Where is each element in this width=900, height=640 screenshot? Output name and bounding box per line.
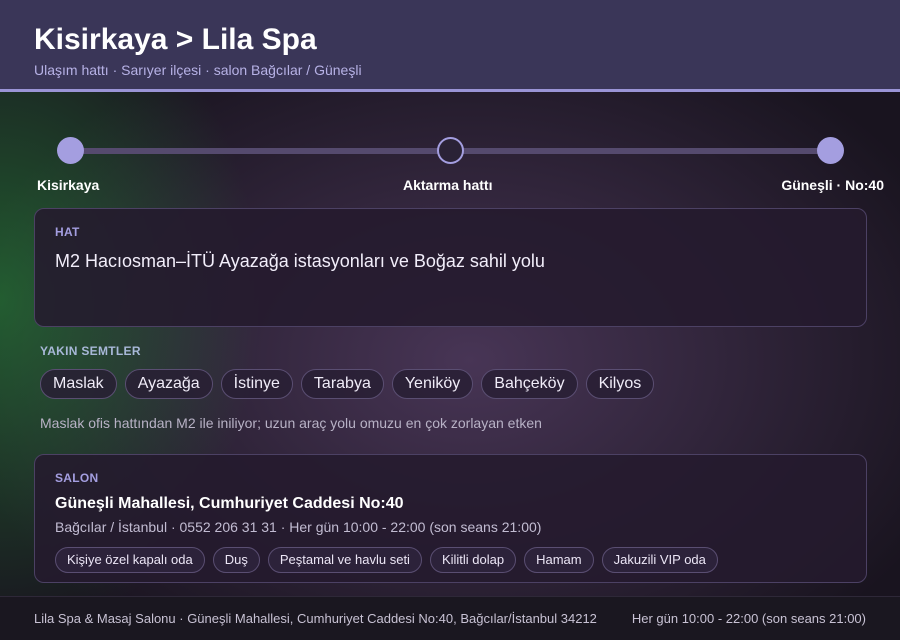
nearby-chip[interactable]: Ayazağa — [124, 369, 213, 399]
amenity-tag: Kilitli dolap — [429, 547, 517, 573]
page-subtitle: Ulaşım hattı · Sarıyer ilçesi · salon Ba… — [34, 62, 362, 78]
page-header: Kisirkaya > Lila Spa Ulaşım hattı · Sarı… — [0, 0, 900, 92]
route-stop-end-label: Güneşli · No:40 — [781, 177, 884, 193]
route-stop-start-label: Kisirkaya — [37, 177, 100, 193]
page-footer: Lila Spa & Masaj Salonu · Güneşli Mahall… — [0, 596, 900, 640]
nearby-chip[interactable]: Maslak — [40, 369, 117, 399]
amenity-tag: Jakuzili VIP oda — [601, 547, 718, 573]
nearby-chips: Maslak Ayazağa İstinye Tarabya Yeniköy B… — [40, 369, 655, 399]
route-stop-start-marker[interactable] — [57, 137, 84, 164]
nearby-chip[interactable]: Bahçeköy — [481, 369, 578, 399]
salon-card: SALON Güneşli Mahallesi, Cumhuriyet Cadd… — [34, 454, 867, 583]
salon-address: Güneşli Mahallesi, Cumhuriyet Caddesi No… — [55, 495, 404, 512]
route-stop-end-marker[interactable] — [817, 137, 844, 164]
nearby-chip[interactable]: İstinye — [220, 369, 293, 399]
line-card: HAT M2 Hacıosman–İTÜ Ayazağa istasyonlar… — [34, 208, 867, 327]
footer-hours: Her gün 10:00 - 22:00 (son seans 21:00) — [631, 611, 866, 626]
nearby-chip[interactable]: Yeniköy — [391, 369, 474, 399]
line-card-text: M2 Hacıosman–İTÜ Ayazağa istasyonları ve… — [55, 251, 545, 271]
salon-amenities: Kişiye özel kapalı oda Duş Peştamal ve h… — [55, 547, 846, 573]
amenity-tag: Peştamal ve havlu seti — [267, 547, 422, 573]
nearby-chip[interactable]: Tarabya — [300, 369, 384, 399]
nearby-note: Maslak ofis hattından M2 ile iniliyor; u… — [40, 415, 542, 431]
salon-card-label: SALON — [55, 471, 99, 485]
amenity-tag: Hamam — [524, 547, 594, 573]
salon-meta: Bağcılar / İstanbul · 0552 206 31 31 · H… — [55, 519, 542, 535]
footer-address: Lila Spa & Masaj Salonu · Güneşli Mahall… — [34, 611, 597, 626]
route-stop-transfer-marker[interactable] — [437, 137, 464, 164]
page-title: Kisirkaya > Lila Spa — [34, 23, 317, 56]
nearby-section-label: YAKIN SEMTLER — [40, 344, 141, 358]
amenity-tag: Kişiye özel kapalı oda — [55, 547, 205, 573]
amenity-tag: Duş — [212, 547, 260, 573]
line-card-label: HAT — [55, 225, 80, 239]
route-stop-transfer-label: Aktarma hattı — [403, 177, 493, 193]
nearby-chip[interactable]: Kilyos — [585, 369, 655, 399]
